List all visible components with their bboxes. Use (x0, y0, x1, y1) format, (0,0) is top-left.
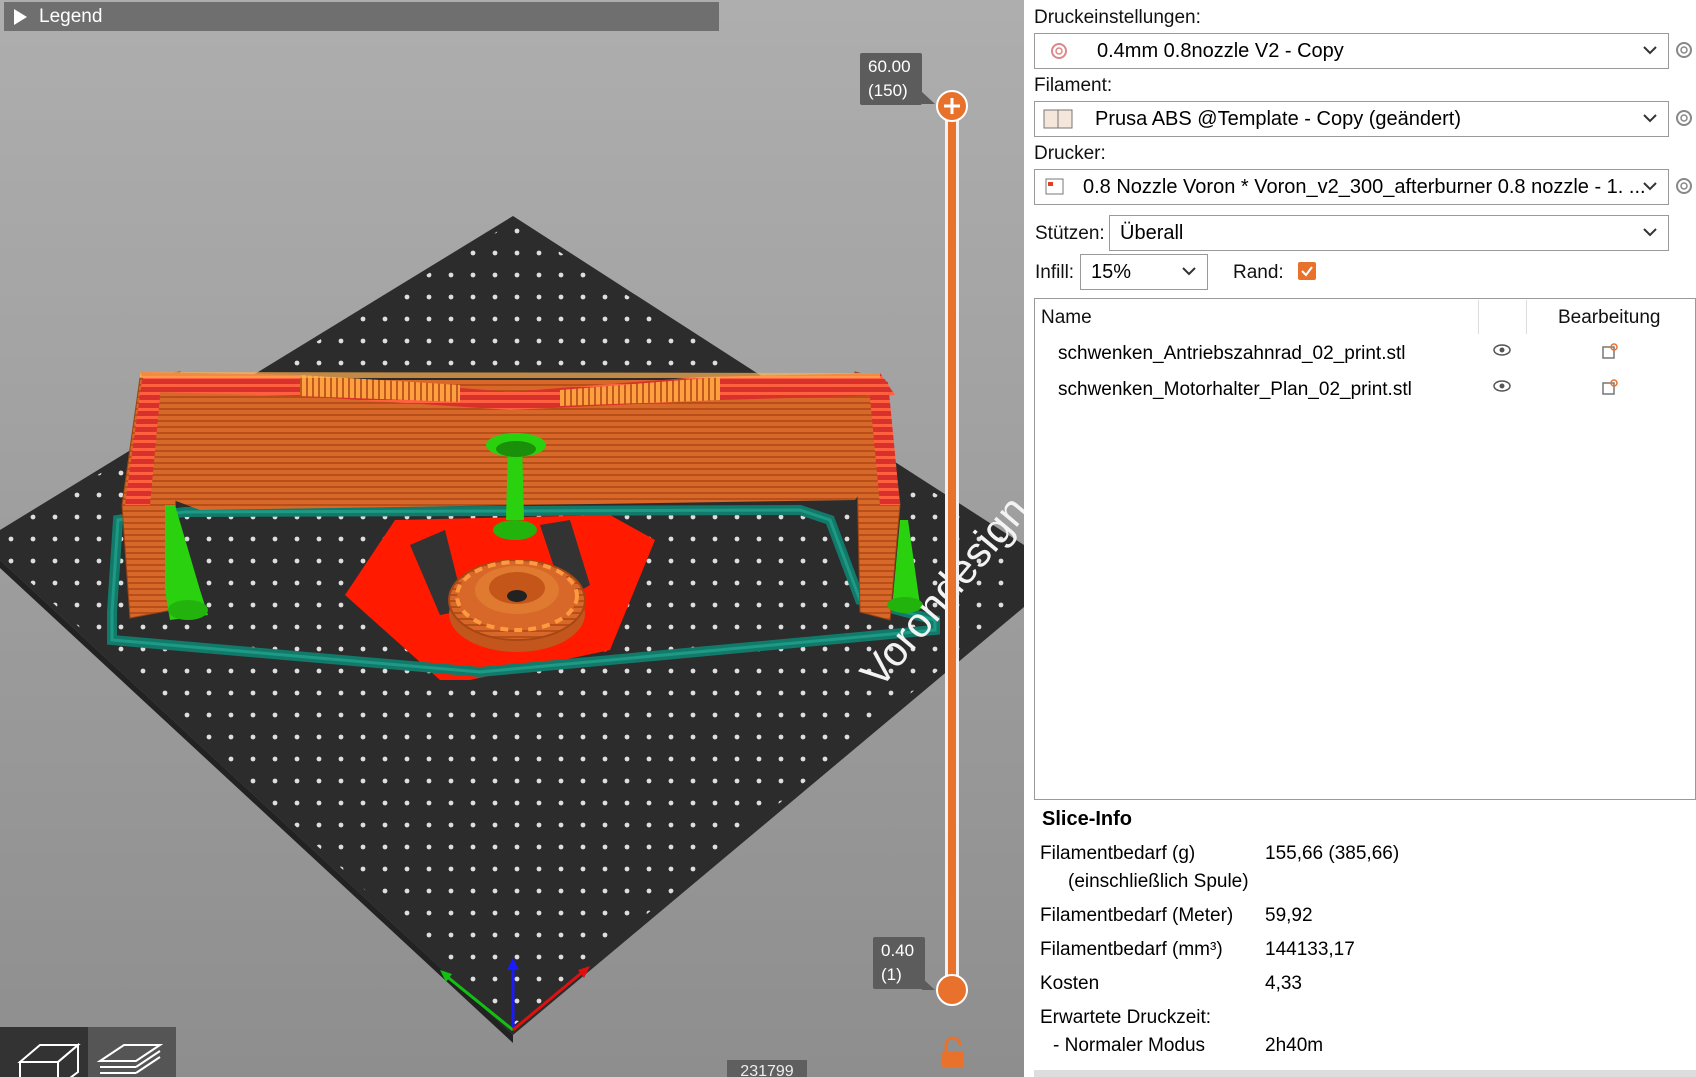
printer-gear-icon[interactable] (1674, 176, 1694, 196)
top-slider-label: 60.00 (150) (860, 53, 922, 105)
brim-checkbox[interactable] (1298, 262, 1316, 280)
infill-dropdown[interactable]: 15% (1080, 254, 1208, 290)
info-key: Filamentbedarf (Meter) (1040, 905, 1234, 926)
lock-icon (942, 1036, 964, 1068)
info-value: 4,33 (1265, 973, 1302, 994)
slice-info-title: Slice-Info (1042, 808, 1133, 830)
play-icon (14, 8, 27, 25)
view-mode-toolbar (0, 1027, 176, 1077)
brim-label: Rand: (1233, 262, 1284, 283)
legend-label: Legend (39, 5, 103, 27)
filament-icon (1043, 109, 1073, 129)
bottom-thumb (936, 974, 968, 1006)
print-settings-dropdown[interactable]: 0.4mm 0.8nozzle V2 - Copy (1034, 33, 1669, 69)
chevron-down-icon (1643, 228, 1657, 237)
bottom-slider-layer: (1) (881, 965, 902, 984)
info-key: Kosten (1040, 973, 1100, 994)
cube-view-icon (17, 1042, 81, 1077)
print-settings-label: Druckeinstellungen: (1034, 7, 1201, 28)
gear-model (448, 559, 586, 652)
filament-value: Prusa ABS @Template - Copy (geändert) (1095, 107, 1462, 130)
info-key: Filamentbedarf (mm³) (1040, 939, 1223, 960)
moves-count-label: 231799 (727, 1060, 807, 1077)
print-settings-value: 0.4mm 0.8nozzle V2 - Copy (1097, 39, 1344, 62)
chevron-down-icon (1643, 114, 1657, 123)
chevron-down-icon (1643, 46, 1657, 55)
printer-value: 0.8 Nozzle Voron * Voron_v2_300_afterbur… (1083, 175, 1646, 198)
object-list (1034, 298, 1696, 800)
column-separator (1478, 300, 1479, 334)
legend-toggle[interactable]: Legend (4, 2, 719, 31)
filament-label: Filament: (1034, 75, 1113, 96)
info-key: - Normaler Modus (1053, 1035, 1206, 1056)
3d-preview-viewport[interactable]: Vorondesign Legend 60.00 (150) 0.40 (1) … (0, 0, 1024, 1077)
printer-label: Drucker: (1034, 143, 1106, 164)
infill-value: 15% (1091, 260, 1132, 283)
supports-dropdown[interactable]: Überall (1109, 215, 1669, 251)
filament-dropdown[interactable]: Prusa ABS @Template - Copy (geändert) (1034, 101, 1669, 137)
infill-label: Infill: (1035, 262, 1075, 283)
supports-value: Überall (1120, 221, 1184, 244)
layers-view-icon (96, 1044, 164, 1074)
info-value: 155,66 (385,66) (1265, 843, 1400, 864)
object-row-1-name[interactable]: schwenken_Antriebszahnrad_02_print.stl (1058, 343, 1406, 365)
eye-icon[interactable] (1492, 379, 1512, 393)
filament-gear-icon[interactable] (1674, 108, 1694, 128)
cube-view-button[interactable] (0, 1027, 88, 1077)
info-key: Erwartete Druckzeit: (1040, 1007, 1212, 1028)
printer-icon (1045, 178, 1064, 195)
eye-icon[interactable] (1492, 343, 1512, 357)
info-value: 144133,17 (1265, 939, 1355, 960)
info-key: (einschließlich Spule) (1068, 871, 1249, 892)
bottom-slider-value: 0.40 (881, 941, 915, 960)
column-header-edit[interactable]: Bearbeitung (1558, 307, 1660, 329)
chevron-down-icon (1182, 267, 1196, 276)
printer-dropdown[interactable]: 0.8 Nozzle Voron * Voron_v2_300_afterbur… (1034, 169, 1669, 205)
checkmark-icon (1301, 266, 1313, 277)
object-row-2-name[interactable]: schwenken_Motorhalter_Plan_02_print.stl (1058, 379, 1412, 401)
info-key: Filamentbedarf (g) (1040, 843, 1196, 864)
supports-label: Stützen: (1035, 223, 1105, 244)
layers-view-button[interactable] (88, 1027, 176, 1077)
bottom-slider-label: 0.40 (1) (873, 937, 925, 989)
edit-icon[interactable] (1601, 342, 1619, 360)
gear-icon (1051, 43, 1067, 59)
sliced-preview-scene[interactable]: Vorondesign (0, 0, 1024, 1077)
export-button-area[interactable] (1034, 1070, 1696, 1077)
top-slider-value: 60.00 (868, 57, 911, 76)
top-slider-layer: (150) (868, 81, 908, 100)
edit-icon[interactable] (1601, 378, 1619, 396)
chevron-down-icon (1643, 182, 1657, 191)
column-header-name[interactable]: Name (1041, 307, 1092, 329)
info-value: 2h40m (1265, 1035, 1324, 1056)
print-settings-gear-icon[interactable] (1674, 40, 1694, 60)
column-separator (1526, 300, 1527, 334)
info-value: 59,92 (1265, 905, 1313, 926)
